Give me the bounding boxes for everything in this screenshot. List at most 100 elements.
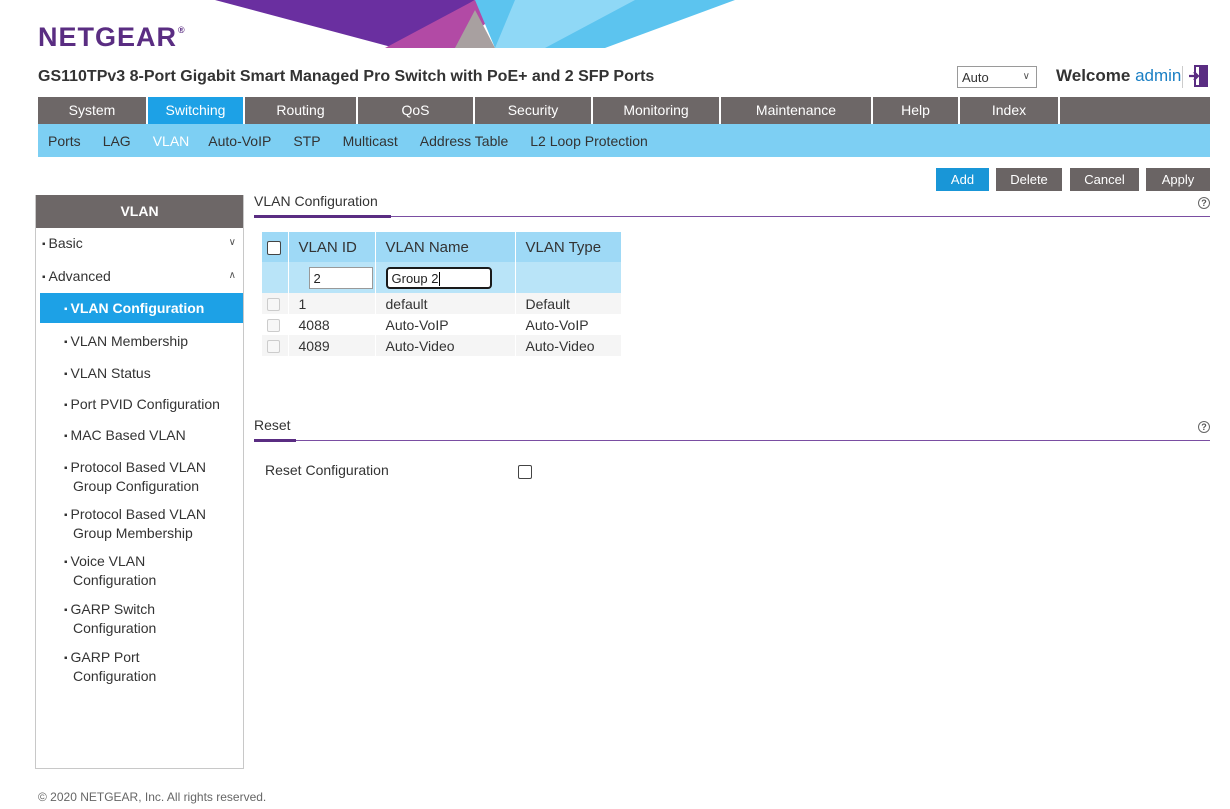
- sidebar-item-label: Voice VLAN Configuration: [70, 553, 157, 588]
- subnav-lag[interactable]: LAG: [103, 133, 131, 149]
- section-title-underline: [254, 439, 296, 442]
- cancel-button[interactable]: Cancel: [1070, 168, 1139, 191]
- reset-configuration-checkbox[interactable]: [518, 465, 532, 479]
- vlan-id-cell: 4089: [288, 335, 376, 356]
- column-header-vlan-type: VLAN Type: [515, 232, 622, 262]
- vlan-name-cell: default: [375, 293, 516, 314]
- sidebar-item-voice-vlan-configuration[interactable]: ▪ Voice VLAN Configuration: [64, 553, 184, 589]
- tab-qos[interactable]: QoS: [358, 97, 475, 124]
- bullet-icon: ▪: [64, 337, 68, 348]
- user-link[interactable]: admin: [1135, 66, 1181, 85]
- sidebar-item-mac-based-vlan[interactable]: ▪ MAC Based VLAN: [64, 427, 239, 446]
- sidebar-group-label: Advanced: [48, 268, 111, 284]
- help-icon[interactable]: ?: [1198, 421, 1210, 433]
- sidebar-item-vlan-membership[interactable]: ▪ VLAN Membership: [64, 333, 239, 352]
- chevron-up-icon: ∧: [228, 270, 236, 281]
- help-icon[interactable]: ?: [1198, 197, 1210, 209]
- select-all-checkbox[interactable]: [267, 240, 281, 255]
- tab-index[interactable]: Index: [960, 97, 1060, 124]
- sidebar-group-advanced[interactable]: ▪ Advanced ∧: [42, 268, 242, 284]
- main-nav: System Switching Routing QoS Security Mo…: [38, 97, 1210, 124]
- reset-section-header: Reset ?: [254, 417, 1210, 442]
- tab-monitoring[interactable]: Monitoring: [593, 97, 721, 124]
- column-header-vlan-name: VLAN Name: [375, 232, 516, 262]
- header-divider: [1182, 66, 1183, 88]
- vlan-type-cell: Default: [515, 293, 622, 314]
- vlan-name-input-value: Group 2: [391, 270, 439, 286]
- subnav-address-table[interactable]: Address Table: [420, 133, 508, 149]
- subnav-auto-voip[interactable]: Auto-VoIP: [208, 133, 271, 149]
- sidebar-item-label: VLAN Configuration: [70, 300, 205, 316]
- vlan-name-cell: Auto-Video: [375, 335, 516, 356]
- sidebar-item-vlan-configuration[interactable]: ▪ VLAN Configuration: [40, 293, 243, 323]
- reset-configuration-label: Reset Configuration: [265, 462, 389, 478]
- section-title: Reset: [254, 417, 291, 433]
- sidebar-item-label: Port PVID Configuration: [70, 396, 220, 412]
- subnav-l2-loop-protection[interactable]: L2 Loop Protection: [530, 133, 648, 149]
- header-banner-graphic: [215, 0, 735, 48]
- chevron-down-icon: ∨: [1022, 71, 1030, 82]
- sidebar-item-protocol-vlan-group-membership[interactable]: ▪ Protocol Based VLAN Group Membership: [64, 506, 224, 542]
- subnav-stp[interactable]: STP: [293, 133, 320, 149]
- sidebar-item-garp-port-configuration[interactable]: ▪ GARP Port Configuration: [64, 649, 184, 685]
- sidebar-item-port-pvid-configuration[interactable]: ▪ Port PVID Configuration: [64, 396, 239, 415]
- sidebar: VLAN ▪ Basic ∨ ▪ Advanced ∧ ▪ VLAN Configur…: [35, 195, 244, 769]
- vlan-name-cell: Auto-VoIP: [375, 314, 516, 335]
- sidebar-item-label: GARP Switch Configuration: [70, 601, 157, 636]
- vlan-name-input[interactable]: Group 2: [385, 266, 492, 289]
- tab-routing[interactable]: Routing: [245, 97, 358, 124]
- vlan-id-input[interactable]: 2: [308, 266, 373, 289]
- sidebar-item-garp-switch-configuration[interactable]: ▪ GARP Switch Configuration: [64, 601, 184, 637]
- add-button[interactable]: Add: [936, 168, 989, 191]
- logout-icon[interactable]: [1188, 64, 1210, 88]
- sidebar-group-basic[interactable]: ▪ Basic ∨: [42, 235, 242, 251]
- column-header-vlan-id: VLAN ID: [288, 232, 376, 262]
- bullet-icon: ▪: [64, 557, 68, 568]
- table-header-row: VLAN ID VLAN Name VLAN Type: [262, 232, 622, 262]
- tab-system[interactable]: System: [38, 97, 148, 124]
- row-checkbox: [267, 298, 280, 312]
- vlan-id-cell: 4088: [288, 314, 376, 335]
- sidebar-item-vlan-status[interactable]: ▪ VLAN Status: [64, 365, 239, 384]
- sidebar-item-label: MAC Based VLAN: [70, 427, 186, 443]
- subnav-vlan[interactable]: VLAN: [153, 133, 190, 149]
- language-select-value: Auto: [962, 70, 989, 85]
- subnav-multicast[interactable]: Multicast: [343, 133, 398, 149]
- tab-security[interactable]: Security: [475, 97, 593, 124]
- sidebar-item-protocol-vlan-group-config[interactable]: ▪ Protocol Based VLAN Group Configuration: [64, 459, 224, 495]
- vlan-id-input-value: 2: [313, 270, 321, 286]
- bullet-icon: ▪: [42, 272, 46, 283]
- row-checkbox: [267, 319, 280, 333]
- product-title: GS110TPv3 8-Port Gigabit Smart Managed P…: [38, 68, 655, 85]
- bullet-icon: ▪: [64, 605, 68, 616]
- tab-maintenance[interactable]: Maintenance: [721, 97, 873, 124]
- sidebar-item-label: GARP Port Configuration: [70, 649, 157, 684]
- section-title-underline: [254, 215, 391, 218]
- new-vlan-row: 2 Group 2: [262, 262, 622, 293]
- bullet-icon: ▪: [64, 510, 68, 521]
- bullet-icon: ▪: [64, 463, 68, 474]
- delete-button[interactable]: Delete: [996, 168, 1062, 191]
- sidebar-item-label: VLAN Status: [70, 365, 151, 381]
- select-all-cell: [262, 232, 289, 262]
- apply-button[interactable]: Apply: [1146, 168, 1210, 191]
- text-cursor: [439, 272, 441, 287]
- sidebar-group-label: Basic: [48, 235, 83, 251]
- table-row: 4089 Auto-Video Auto-Video: [262, 335, 622, 356]
- subnav-ports[interactable]: Ports: [48, 133, 81, 149]
- bullet-icon: ▪: [64, 369, 68, 380]
- sub-nav: Ports LAG VLAN Auto-VoIP STP Multicast A…: [38, 124, 1210, 157]
- vlan-configuration-section-header: VLAN Configuration ?: [254, 193, 1210, 218]
- bullet-icon: ▪: [42, 239, 46, 250]
- vlan-type-cell: Auto-Video: [515, 335, 622, 356]
- bullet-icon: ▪: [64, 400, 68, 411]
- tab-help[interactable]: Help: [873, 97, 960, 124]
- language-select[interactable]: Auto ∨: [957, 66, 1037, 88]
- tab-switching[interactable]: Switching: [148, 97, 245, 124]
- sidebar-item-label: VLAN Membership: [70, 333, 189, 349]
- table-row: 4088 Auto-VoIP Auto-VoIP: [262, 314, 622, 335]
- sidebar-item-label: Protocol Based VLAN Group Membership: [70, 506, 206, 541]
- bullet-icon: ▪: [64, 304, 68, 315]
- welcome-text: Welcome admin: [1056, 66, 1182, 85]
- footer-copyright: © 2020 NETGEAR, Inc. All rights reserved…: [38, 790, 267, 804]
